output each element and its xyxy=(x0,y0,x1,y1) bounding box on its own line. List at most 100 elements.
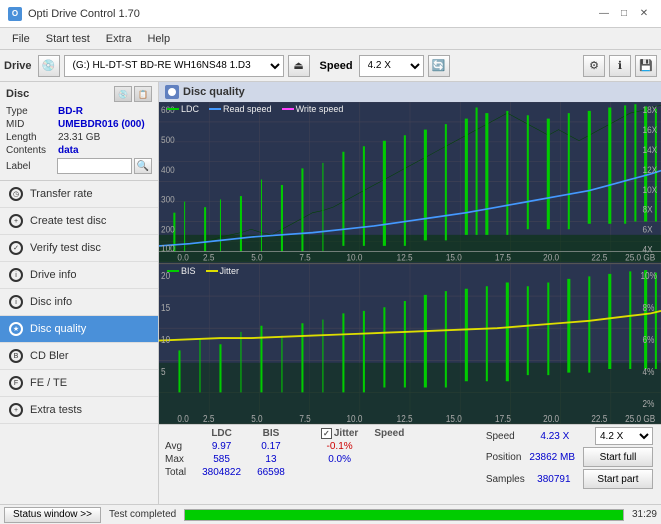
disc-icon-1[interactable]: 💿 xyxy=(114,86,132,102)
save-button[interactable]: 💾 xyxy=(635,55,657,77)
svg-text:400: 400 xyxy=(161,165,175,175)
menu-help[interactable]: Help xyxy=(139,31,178,47)
svg-text:5.0: 5.0 xyxy=(251,413,262,424)
svg-text:10%: 10% xyxy=(641,270,657,281)
sidebar-item-extra-tests[interactable]: + Extra tests xyxy=(0,397,158,424)
legend-write-speed: Write speed xyxy=(282,104,344,114)
samples-info-row: Samples 380791 Start part xyxy=(486,469,653,489)
disc-length-value: 23.31 GB xyxy=(58,132,100,143)
disc-icon-2[interactable]: 📋 xyxy=(134,86,152,102)
drive-select[interactable]: (G:) HL-DT-ST BD-RE WH16NS48 1.D3 xyxy=(64,55,284,77)
minimize-button[interactable]: — xyxy=(595,6,613,22)
transfer-rate-icon: ◷ xyxy=(8,186,24,202)
svg-text:2.5: 2.5 xyxy=(203,413,214,424)
sidebar-label-create-test-disc: Create test disc xyxy=(30,215,106,227)
speed-select[interactable]: 4.2 X xyxy=(359,55,424,77)
svg-text:10.0: 10.0 xyxy=(346,252,362,262)
disc-panel-title: Disc xyxy=(6,88,29,100)
drive-label: Drive xyxy=(4,60,32,72)
max-bis: 13 xyxy=(249,453,293,466)
svg-text:22.5: 22.5 xyxy=(591,252,607,262)
svg-text:100: 100 xyxy=(161,243,175,253)
status-window-button[interactable]: Status window >> xyxy=(4,507,101,523)
max-label: Max xyxy=(163,453,194,466)
svg-text:6X: 6X xyxy=(643,224,653,234)
menubar: File Start test Extra Help xyxy=(0,28,661,50)
disc-label-row: Label 🔍 xyxy=(6,158,152,174)
sidebar-item-create-test-disc[interactable]: + Create test disc xyxy=(0,208,158,235)
disc-info-icon: i xyxy=(8,294,24,310)
chart-title: Disc quality xyxy=(183,86,245,98)
svg-text:8X: 8X xyxy=(643,204,653,214)
col-jitter: ✓ Jitter xyxy=(313,427,366,440)
fe-te-icon: F xyxy=(8,375,24,391)
svg-text:2%: 2% xyxy=(643,398,655,409)
menu-file[interactable]: File xyxy=(4,31,38,47)
menu-start-test[interactable]: Start test xyxy=(38,31,98,47)
drive-icon-btn[interactable]: 💿 xyxy=(38,55,60,77)
svg-text:4%: 4% xyxy=(643,366,655,377)
sidebar-label-extra-tests: Extra tests xyxy=(30,404,82,416)
eject-button[interactable]: ⏏ xyxy=(288,55,310,77)
disc-header: Disc 💿 📋 xyxy=(6,86,152,102)
jitter-checkbox[interactable]: ✓ xyxy=(321,428,332,439)
sidebar-item-fe-te[interactable]: F FE / TE xyxy=(0,370,158,397)
svg-text:25.0 GB: 25.0 GB xyxy=(625,252,655,262)
col-bis: BIS xyxy=(249,427,293,440)
top-chart: LDC Read speed Write speed xyxy=(159,102,661,264)
speed-select-control[interactable]: 4.2 X xyxy=(595,427,653,445)
col-speed: Speed xyxy=(366,427,412,440)
bottom-chart-legend: BIS Jitter xyxy=(167,266,239,276)
refresh-button[interactable]: 🔄 xyxy=(428,55,450,77)
maximize-button[interactable]: □ xyxy=(615,6,633,22)
disc-panel: Disc 💿 📋 Type BD-R MID UMEBDR016 (000) L… xyxy=(0,82,158,181)
svg-text:15.0: 15.0 xyxy=(446,252,462,262)
close-button[interactable]: ✕ xyxy=(635,6,653,22)
sidebar-item-cd-bler[interactable]: B CD Bler xyxy=(0,343,158,370)
titlebar-controls: — □ ✕ xyxy=(595,6,653,22)
disc-action-icons: 💿 📋 xyxy=(114,86,152,102)
svg-text:500: 500 xyxy=(161,135,175,145)
info-button[interactable]: ℹ xyxy=(609,55,631,77)
disc-type-value: BD-R xyxy=(58,106,83,117)
start-full-button[interactable]: Start full xyxy=(583,447,653,467)
disc-label-input[interactable] xyxy=(57,158,132,174)
legend-read-speed: Read speed xyxy=(209,104,272,114)
svg-text:15.0: 15.0 xyxy=(446,413,462,424)
bottom-chart: BIS Jitter xyxy=(159,264,661,425)
sidebar-item-drive-info[interactable]: i Drive info xyxy=(0,262,158,289)
sidebar-label-verify-test-disc: Verify test disc xyxy=(30,242,101,254)
titlebar: O Opti Drive Control 1.70 — □ ✕ xyxy=(0,0,661,28)
sidebar-item-verify-test-disc[interactable]: ✓ Verify test disc xyxy=(0,235,158,262)
disc-type-row: Type BD-R xyxy=(6,106,152,117)
settings-button[interactable]: ⚙ xyxy=(583,55,605,77)
start-part-button[interactable]: Start part xyxy=(583,469,653,489)
position-info-row: Position 23862 MB Start full xyxy=(486,447,653,467)
svg-text:200: 200 xyxy=(161,224,175,234)
disc-mid-label: MID xyxy=(6,119,58,130)
svg-text:10: 10 xyxy=(161,334,170,345)
svg-text:10X: 10X xyxy=(643,184,658,194)
legend-bis: BIS xyxy=(167,266,196,276)
svg-text:7.5: 7.5 xyxy=(299,413,310,424)
svg-text:12X: 12X xyxy=(643,165,658,175)
svg-text:20.0: 20.0 xyxy=(543,413,559,424)
disc-length-label: Length xyxy=(6,132,58,143)
svg-text:22.5: 22.5 xyxy=(591,413,607,424)
svg-text:17.5: 17.5 xyxy=(495,252,511,262)
sidebar-item-disc-info[interactable]: i Disc info xyxy=(0,289,158,316)
statusbar: Status window >> Test completed 31:29 xyxy=(0,504,661,524)
disc-label-apply-button[interactable]: 🔍 xyxy=(134,158,152,174)
titlebar-left: O Opti Drive Control 1.70 xyxy=(8,7,140,21)
svg-text:8%: 8% xyxy=(643,302,655,313)
svg-text:20.0: 20.0 xyxy=(543,252,559,262)
sidebar-label-fe-te: FE / TE xyxy=(30,377,67,389)
svg-text:17.5: 17.5 xyxy=(495,413,511,424)
sidebar-item-disc-quality[interactable]: ★ Disc quality xyxy=(0,316,158,343)
menu-extra[interactable]: Extra xyxy=(98,31,140,47)
svg-text:2.5: 2.5 xyxy=(203,252,215,262)
sidebar-item-transfer-rate[interactable]: ◷ Transfer rate xyxy=(0,181,158,208)
speed-stat-label: Speed xyxy=(486,431,515,442)
stats-area: LDC BIS ✓ Jitter Speed Avg 9. xyxy=(159,424,661,504)
titlebar-title: Opti Drive Control 1.70 xyxy=(28,8,140,20)
